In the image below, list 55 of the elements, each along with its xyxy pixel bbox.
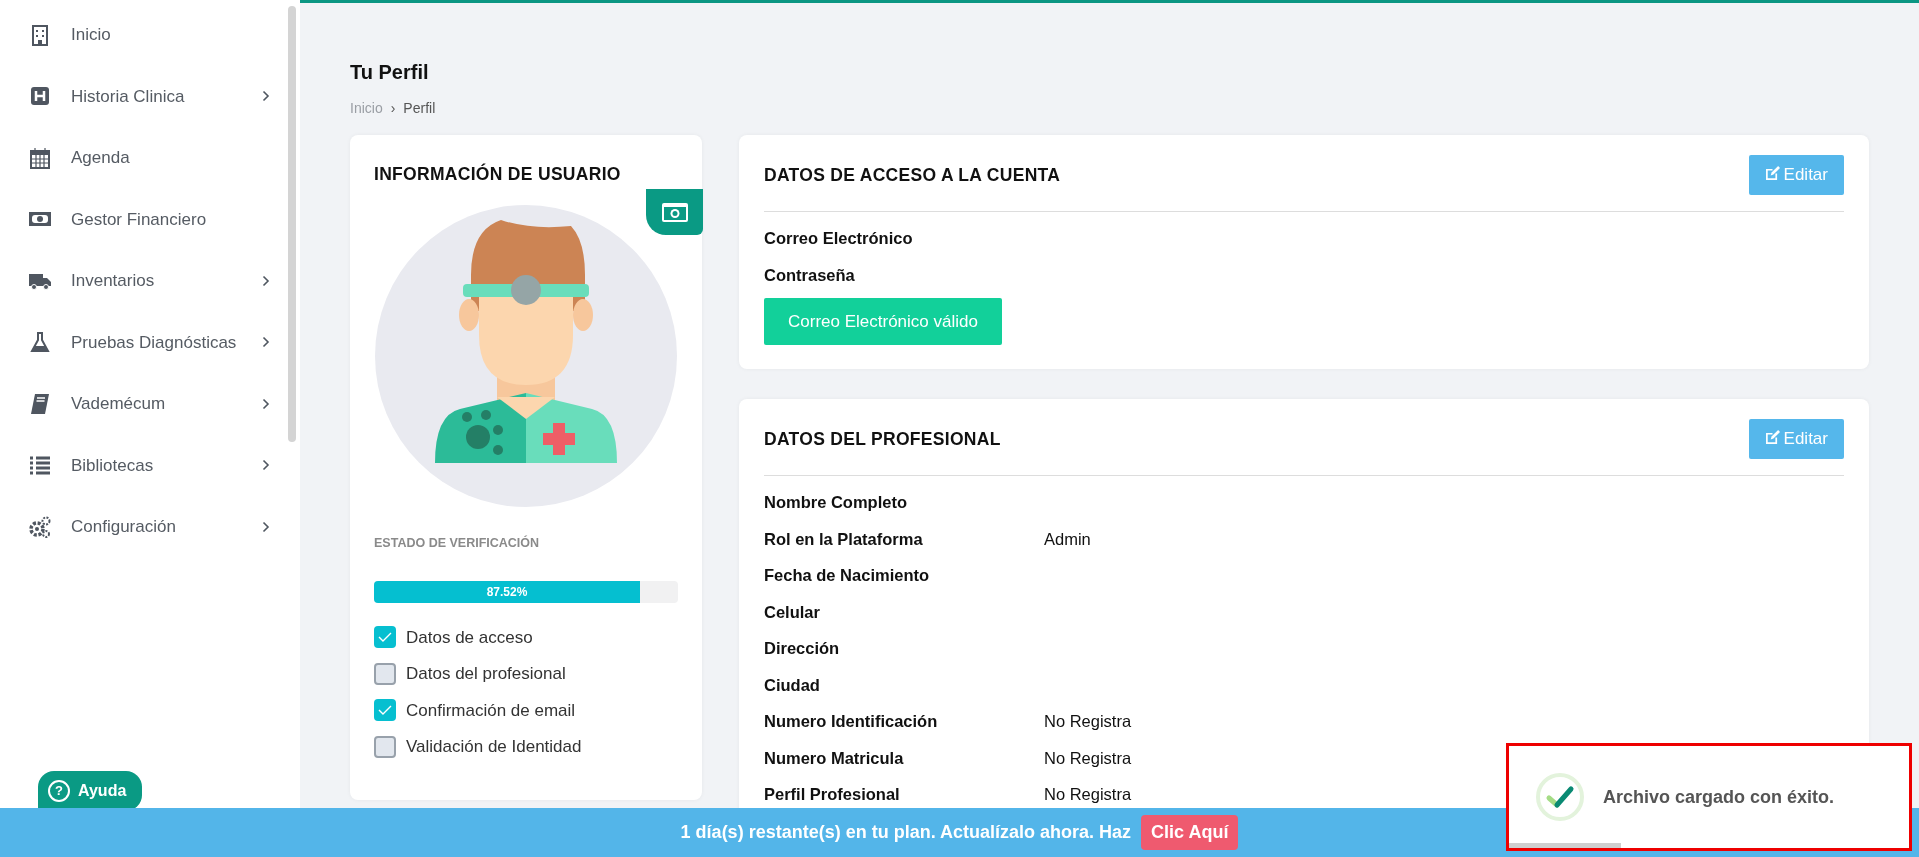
field-value: Admin: [1044, 528, 1091, 550]
checkbox[interactable]: [374, 699, 396, 722]
help-button[interactable]: ? Ayuda: [38, 771, 143, 811]
field-value: No Registra: [1044, 784, 1132, 806]
checkbox-label: Confirmación de email: [406, 699, 576, 722]
toast-message: Archivo cargado con éxito.: [1603, 785, 1835, 809]
field-label: Numero Matricula: [764, 747, 905, 769]
sidebar-item[interactable]: Configuración: [0, 496, 300, 558]
banner-text: 1 día(s) restante(s) en tu plan. Actualízalo ahora. Haz: [680, 821, 1132, 844]
flask-icon: [28, 330, 52, 355]
field-value: No Registra: [1044, 711, 1132, 733]
sidebar-item[interactable]: Inicio: [0, 4, 300, 66]
field-label: Contraseña: [764, 264, 856, 286]
field-label: Dirección: [764, 638, 841, 660]
camera-icon: [660, 201, 689, 224]
field-label: Rol en la Plataforma: [764, 528, 924, 550]
sidebar-item[interactable]: Historia Clinica: [0, 65, 300, 127]
field-value: No Registra: [1044, 747, 1132, 769]
camera-button[interactable]: [646, 189, 703, 236]
progress-fill: 87.52%: [374, 581, 641, 603]
field-label: Numero Identificación: [764, 711, 939, 733]
field-label: Celular: [764, 601, 821, 623]
field-label: Correo Electrónico: [764, 228, 914, 250]
checkmark-icon: [378, 705, 392, 716]
book-icon: [28, 391, 52, 416]
card-title: INFORMACIÓN DE USUARIO: [374, 162, 622, 186]
checkbox-label: Validación de Identidad: [406, 736, 582, 758]
sidebar-item[interactable]: Pruebas Diagnósticas: [0, 311, 300, 373]
scrollbar[interactable]: [288, 6, 296, 442]
card-title: DATOS DE ACCESO A LA CUENTA: [764, 163, 1061, 187]
page-title: Tu Perfil: [350, 60, 430, 84]
success-check-icon: [1535, 772, 1585, 822]
field-label: Nombre Completo: [764, 492, 908, 514]
card-title: DATOS DEL PROFESIONAL: [764, 427, 1001, 451]
checkbox-label: Datos del profesional: [406, 663, 566, 685]
sidebar-item[interactable]: Inventarios: [0, 250, 300, 312]
edit-icon: [1764, 166, 1780, 181]
sidebar-item[interactable]: Vademécum: [0, 373, 300, 435]
field-label: Perfil Profesional: [764, 784, 901, 806]
sidebar-item[interactable]: Gestor Financiero: [0, 188, 300, 250]
sidebar-item[interactable]: Agenda: [0, 127, 300, 189]
calendar-icon: [28, 145, 52, 170]
verification-label: ESTADO DE VERIFICACIÓN: [374, 534, 541, 553]
checkbox[interactable]: [374, 662, 396, 685]
field-label: Fecha de Nacimiento: [764, 565, 931, 587]
edit-icon: [1764, 430, 1780, 445]
checkmark-icon: [378, 632, 392, 643]
breadcrumb-separator: ›: [390, 99, 396, 118]
gears-icon: [28, 514, 52, 539]
field-label: Ciudad: [764, 674, 821, 696]
breadcrumb-item: Perfil: [403, 99, 436, 118]
sidebar-item[interactable]: Bibliotecas: [0, 434, 300, 496]
checkbox[interactable]: [374, 626, 396, 649]
checkbox-label: Datos de acceso: [406, 626, 533, 649]
checkbox[interactable]: [374, 735, 396, 758]
